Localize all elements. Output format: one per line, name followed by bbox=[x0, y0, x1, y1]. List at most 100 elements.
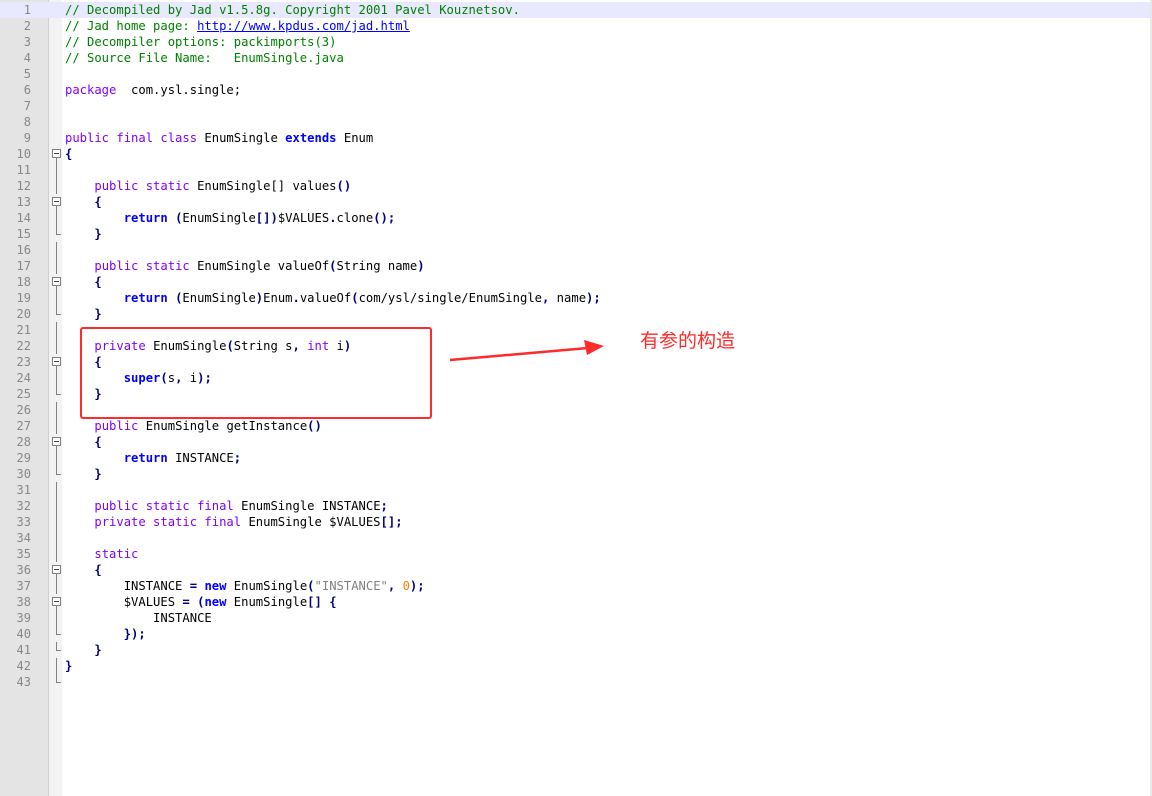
fold-end-marker bbox=[50, 466, 62, 482]
line-number: 33 bbox=[16, 515, 31, 529]
line-number: 8 bbox=[23, 115, 31, 129]
code-line[interactable]: 10 { bbox=[0, 146, 1152, 162]
code-text: private static final EnumSingle $VALUES[… bbox=[65, 514, 402, 530]
code-token: ( bbox=[351, 291, 359, 305]
code-line[interactable]: 9 public final class EnumSingle extends E… bbox=[0, 130, 1152, 146]
code-token: EnumSingle bbox=[182, 291, 256, 305]
line-number: 13 bbox=[16, 195, 31, 209]
code-line[interactable]: 29 return INSTANCE; bbox=[0, 450, 1152, 466]
fold-line bbox=[50, 530, 62, 546]
code-line[interactable]: 1 // Decompiled by Jad v1.5.8g. Copyright… bbox=[0, 2, 1152, 18]
code-line[interactable]: 14 return (EnumSingle[])$VALUES.clone(); bbox=[0, 210, 1152, 226]
fold-toggle-icon[interactable] bbox=[50, 594, 62, 610]
code-line[interactable]: 18 { bbox=[0, 274, 1152, 290]
code-token: ); bbox=[586, 291, 601, 305]
code-text: public static EnumSingle[] values() bbox=[65, 178, 351, 194]
code-token: clone bbox=[336, 211, 374, 225]
code-line[interactable]: 6 package com.ysl.single; bbox=[0, 82, 1152, 98]
code-line[interactable]: 40 }); bbox=[0, 626, 1152, 642]
code-line[interactable]: 8 bbox=[0, 114, 1152, 130]
code-line[interactable]: 4 // Source File Name: EnumSingle.java bbox=[0, 50, 1152, 66]
code-line[interactable]: 5 bbox=[0, 66, 1152, 82]
line-number: 30 bbox=[16, 467, 31, 481]
line-number: 14 bbox=[16, 211, 31, 225]
code-token: { bbox=[94, 195, 102, 209]
code-line[interactable]: 41 } bbox=[0, 642, 1152, 658]
code-token: { bbox=[65, 147, 73, 161]
code-line[interactable]: 28 { bbox=[0, 434, 1152, 450]
line-number: 10 bbox=[16, 147, 31, 161]
code-token: String name bbox=[336, 259, 418, 273]
code-token: ( bbox=[307, 579, 315, 593]
line-number: 34 bbox=[16, 531, 31, 545]
code-token: $VALUES bbox=[277, 211, 330, 225]
line-number: 25 bbox=[16, 387, 31, 401]
code-token: Enum bbox=[263, 291, 293, 305]
fold-line bbox=[50, 290, 62, 306]
code-line[interactable]: 3 // Decompiler options: packimports(3) bbox=[0, 34, 1152, 50]
line-number: 5 bbox=[23, 67, 31, 81]
code-line[interactable]: 38 $VALUES = (new EnumSingle[] { bbox=[0, 594, 1152, 610]
code-line[interactable]: 36 { bbox=[0, 562, 1152, 578]
fold-empty bbox=[50, 66, 62, 82]
code-line[interactable]: 30 } bbox=[0, 466, 1152, 482]
code-line[interactable]: 31 bbox=[0, 482, 1152, 498]
code-line[interactable]: 39 INSTANCE bbox=[0, 610, 1152, 626]
code-token: public static bbox=[94, 179, 190, 193]
code-line[interactable]: 2 // Jad home page: http://www.kpdus.com/… bbox=[0, 18, 1152, 34]
code-token: public static final bbox=[94, 499, 234, 513]
code-line[interactable]: 42} bbox=[0, 658, 1152, 674]
code-line[interactable]: 37 INSTANCE = new EnumSingle("INSTANCE",… bbox=[0, 578, 1152, 594]
code-token: EnumSingle $VALUES bbox=[241, 515, 381, 529]
code-token: () bbox=[336, 179, 352, 193]
fold-line bbox=[50, 258, 62, 274]
code-line[interactable]: 19 return (EnumSingle)Enum.valueOf(com/y… bbox=[0, 290, 1152, 306]
code-line[interactable]: 43 bbox=[0, 674, 1152, 690]
red-arrow-icon bbox=[449, 340, 604, 362]
code-line[interactable]: 35 static bbox=[0, 546, 1152, 562]
code-text: { bbox=[65, 434, 101, 450]
code-line[interactable]: 11 bbox=[0, 162, 1152, 178]
fold-end-marker bbox=[50, 226, 62, 242]
code-token: } bbox=[94, 643, 102, 657]
fold-toggle-icon[interactable] bbox=[50, 274, 62, 290]
code-line[interactable]: 13 { bbox=[0, 194, 1152, 210]
code-line[interactable]: 27 public EnumSingle getInstance() bbox=[0, 418, 1152, 434]
fold-toggle-icon[interactable] bbox=[50, 146, 62, 162]
code-line[interactable]: 17 public static EnumSingle valueOf(Stri… bbox=[0, 258, 1152, 274]
code-token: INSTANCE bbox=[167, 451, 234, 465]
code-token: com/ysl/single/EnumSingle bbox=[358, 291, 542, 305]
code-line[interactable]: 12 public static EnumSingle[] values() bbox=[0, 178, 1152, 194]
fold-line bbox=[50, 210, 62, 226]
fold-line bbox=[50, 242, 62, 258]
code-text: // Decompiled by Jad v1.5.8g. Copyright … bbox=[65, 2, 520, 18]
fold-toggle-icon[interactable] bbox=[50, 354, 62, 370]
code-line[interactable]: 34 bbox=[0, 530, 1152, 546]
code-token: valueOf bbox=[299, 291, 352, 305]
code-line[interactable]: 33 private static final EnumSingle $VALU… bbox=[0, 514, 1152, 530]
fold-toggle-icon[interactable] bbox=[50, 194, 62, 210]
code-token: { bbox=[94, 275, 102, 289]
line-number: 28 bbox=[16, 435, 31, 449]
fold-toggle-icon[interactable] bbox=[50, 562, 62, 578]
code-token: []) bbox=[255, 211, 278, 225]
code-token: ( bbox=[329, 259, 337, 273]
fold-toggle-icon[interactable] bbox=[50, 434, 62, 450]
code-line[interactable]: 15 } bbox=[0, 226, 1152, 242]
code-line[interactable]: 7 bbox=[0, 98, 1152, 114]
code-token: // Decompiled by Jad v1.5.8g. Copyright … bbox=[65, 3, 520, 17]
code-text: package com.ysl.single; bbox=[65, 82, 241, 98]
code-line[interactable]: 20 } bbox=[0, 306, 1152, 322]
code-line[interactable]: 16 bbox=[0, 242, 1152, 258]
code-line[interactable]: 32 public static final EnumSingle INSTAN… bbox=[0, 498, 1152, 514]
code-token: com.ysl.single; bbox=[116, 83, 242, 97]
